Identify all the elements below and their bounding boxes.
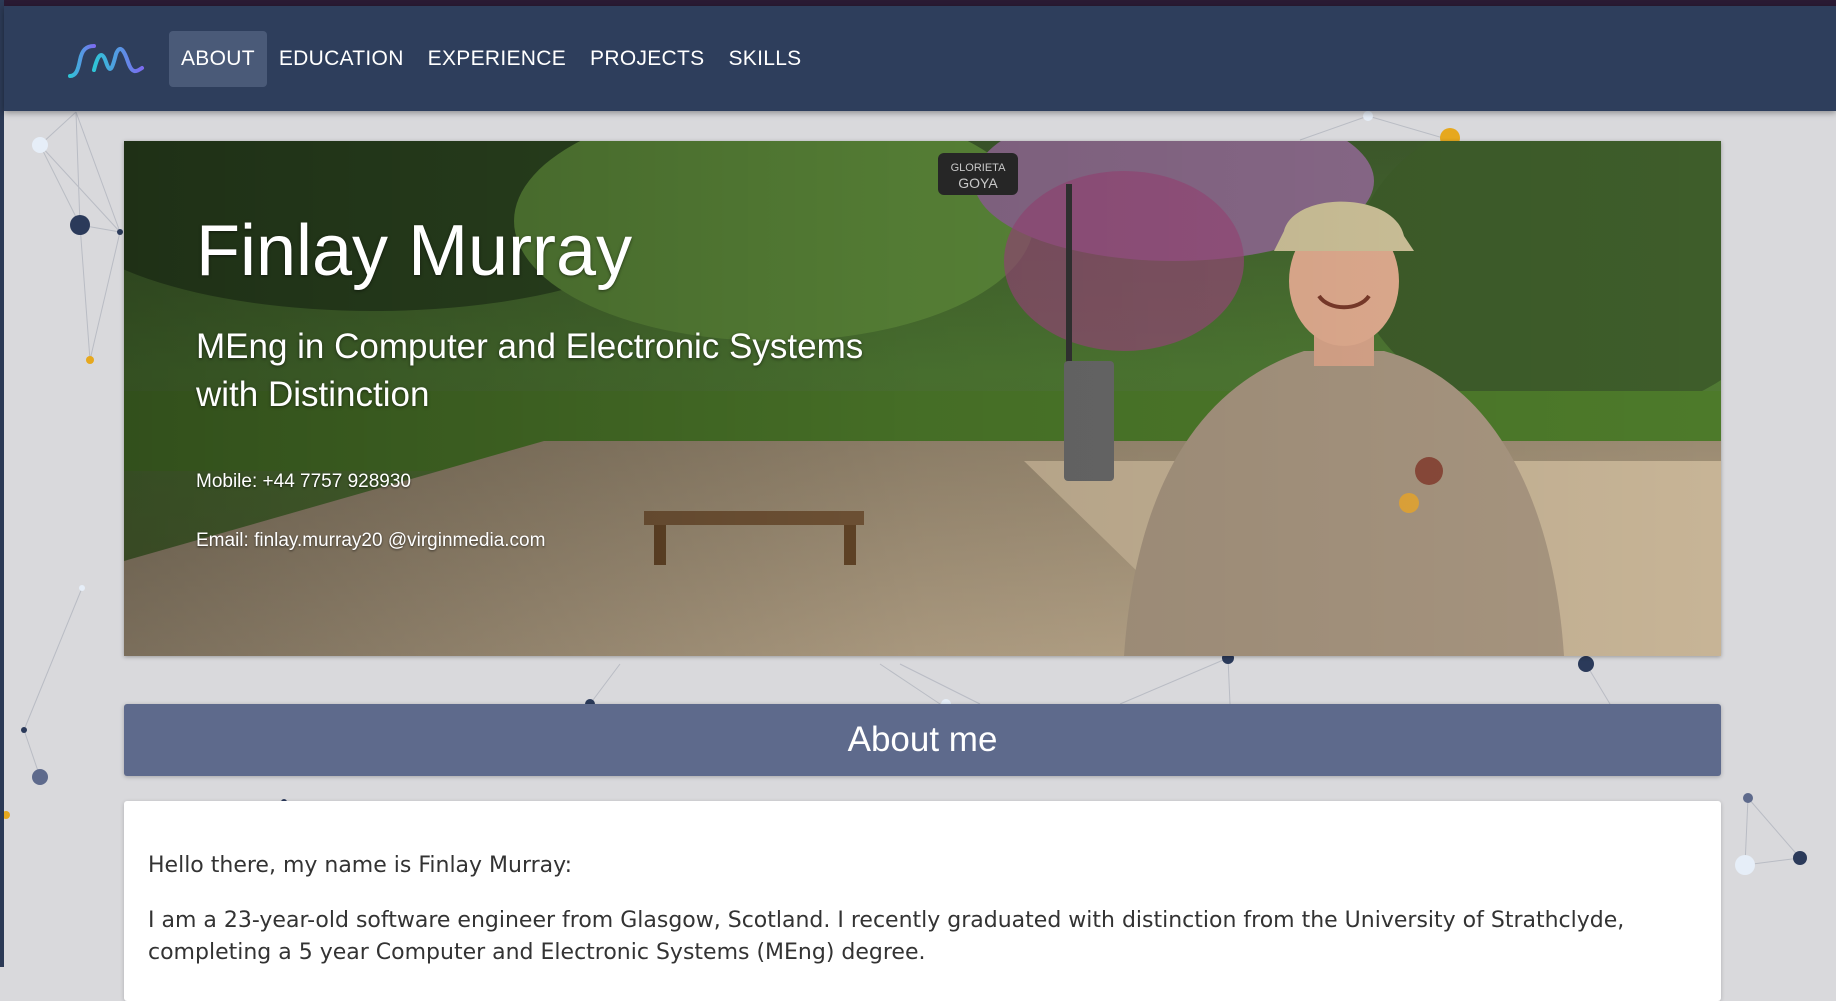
nav-links: ABOUT EDUCATION EXPERIENCE PROJECTS SKIL… xyxy=(169,31,813,87)
window-left-edge xyxy=(0,0,4,967)
hero-name: Finlay Murray xyxy=(196,211,633,291)
hero-email[interactable]: Email: finlay.murray20 @virginmedia.com xyxy=(196,530,545,552)
nav-projects[interactable]: PROJECTS xyxy=(578,31,716,87)
nav-skills[interactable]: SKILLS xyxy=(716,31,813,87)
hero-banner: GLORIETA GOYA Finlay Murray MEng in Comp… xyxy=(124,141,1721,656)
fm-logo-icon[interactable] xyxy=(66,40,146,82)
about-intro: Hello there, my name is Finlay Murray: xyxy=(148,853,572,878)
about-section-header: About me xyxy=(124,704,1721,776)
nav-about[interactable]: ABOUT xyxy=(169,31,267,87)
hero-mobile: Mobile: +44 7757 928930 xyxy=(196,471,411,492)
hero-degree: MEng in Computer and Electronic Systems … xyxy=(196,327,864,414)
nav-education[interactable]: EDUCATION xyxy=(267,31,416,87)
nav-experience[interactable]: EXPERIENCE xyxy=(416,31,578,87)
about-body: I am a 23-year-old software engineer fro… xyxy=(148,908,1625,965)
top-navbar: ABOUT EDUCATION EXPERIENCE PROJECTS SKIL… xyxy=(4,6,1836,111)
about-card: Hello there, my name is Finlay Murray: I… xyxy=(124,801,1721,1001)
